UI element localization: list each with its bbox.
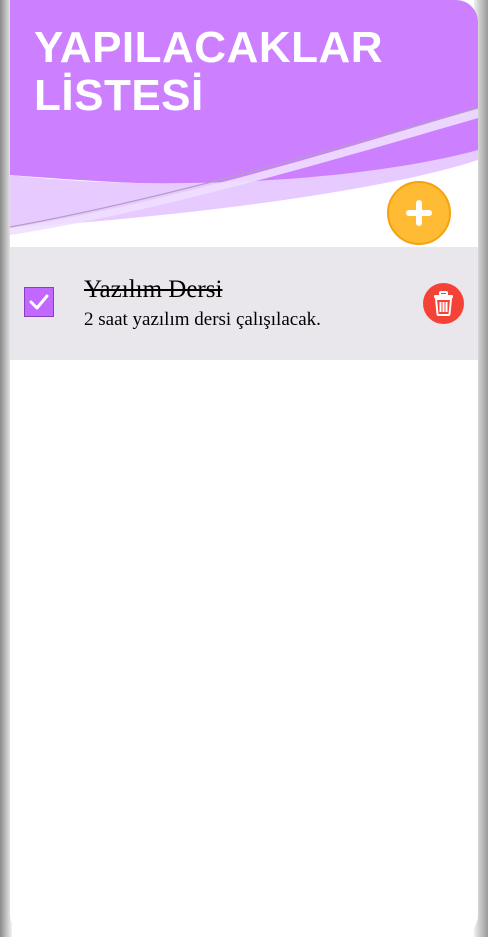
- todo-complete-checkbox[interactable]: [24, 287, 54, 317]
- page-title: YAPILACAKLAR LİSTESİ: [34, 23, 384, 120]
- todo-title: Yazılım Dersi: [84, 276, 223, 303]
- trash-icon: [434, 291, 453, 316]
- checkmark-icon: [29, 294, 49, 310]
- todo-app-card: YAPILACAKLAR LİSTESİ Yazılım Dersi 2 saa…: [10, 0, 478, 937]
- add-todo-button[interactable]: [387, 181, 451, 245]
- todo-description: 2 saat yazılım dersi çalışılacak.: [84, 309, 321, 330]
- delete-todo-button[interactable]: [423, 283, 464, 324]
- header: YAPILACAKLAR LİSTESİ: [10, 0, 478, 245]
- todo-list-item: Yazılım Dersi 2 saat yazılım dersi çalış…: [10, 247, 478, 360]
